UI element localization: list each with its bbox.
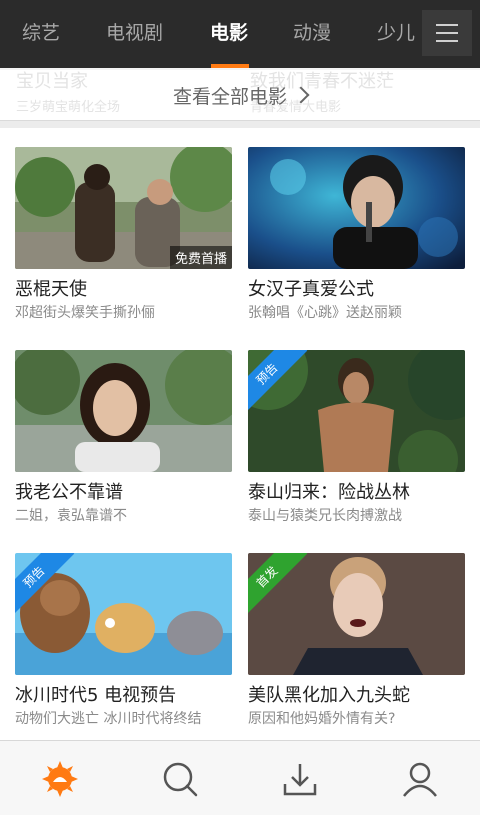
movie-title[interactable]: 美队黑化加入九头蛇 bbox=[248, 681, 410, 707]
home-sun-icon bbox=[42, 760, 78, 797]
nav-download[interactable] bbox=[240, 741, 360, 815]
nav-home[interactable] bbox=[0, 741, 120, 815]
movie-title[interactable]: 恶棍天使 bbox=[15, 275, 87, 301]
movie-title[interactable]: 泰山归来：险战丛林 bbox=[248, 478, 410, 504]
movie-subtitle: 邓超街头爆笑手撕孙俪 bbox=[15, 305, 155, 321]
search-icon bbox=[163, 762, 198, 796]
movie-subtitle: 泰山与猿类兄长肉搏激战 bbox=[248, 508, 402, 524]
movie-card[interactable]: 免费首播 恶棍天使 邓超街头爆笑手撕孙俪 bbox=[15, 147, 232, 332]
woman-portrait-image bbox=[15, 350, 232, 472]
section-divider bbox=[0, 120, 480, 128]
movie-title[interactable]: 冰川时代5 电视预告 bbox=[15, 681, 176, 707]
tab-variety[interactable]: 综艺 bbox=[22, 0, 60, 68]
movie-title[interactable]: 我老公不靠谱 bbox=[15, 478, 123, 504]
movie-subtitle: 二姐，袁弘靠谱不 bbox=[15, 508, 127, 524]
tab-kids[interactable]: 少儿 bbox=[377, 0, 415, 68]
movie-thumbnail[interactable]: 预告 bbox=[248, 350, 465, 472]
download-icon bbox=[283, 763, 317, 795]
singer-image bbox=[248, 147, 465, 269]
menu-button[interactable] bbox=[422, 10, 472, 56]
movie-subtitle: 动物们大逃亡 冰川时代将终结 bbox=[15, 711, 202, 727]
movie-thumbnail[interactable]: 免费首播 bbox=[15, 147, 232, 269]
movie-card[interactable]: 我老公不靠谱 二姐，袁弘靠谱不 bbox=[15, 350, 232, 535]
free-premiere-badge: 免费首播 bbox=[169, 246, 232, 269]
bottom-nav bbox=[0, 740, 480, 815]
movie-thumbnail[interactable]: 首发 bbox=[248, 553, 465, 675]
movie-thumbnail[interactable] bbox=[15, 350, 232, 472]
movie-title[interactable]: 女汉子真爱公式 bbox=[248, 275, 374, 301]
active-tab-indicator bbox=[211, 64, 249, 68]
movie-card[interactable]: 首发 美队黑化加入九头蛇 原因和他妈婚外情有关? bbox=[248, 553, 465, 738]
menu-icon-line bbox=[436, 32, 458, 34]
movie-card[interactable]: 预告 泰山归来：险战丛林 泰山与猿类兄长肉搏激战 bbox=[248, 350, 465, 535]
movie-subtitle: 张翰唱《心跳》送赵丽颖 bbox=[248, 305, 402, 321]
nav-search[interactable] bbox=[120, 741, 240, 815]
menu-icon-line bbox=[436, 40, 458, 42]
user-icon bbox=[403, 762, 437, 797]
tab-movies[interactable]: 电影 bbox=[210, 0, 248, 68]
movie-card[interactable]: 预告 冰川时代5 电视预告 动物们大逃亡 冰川时代将终结 bbox=[15, 553, 232, 738]
chevron-right-icon bbox=[292, 86, 310, 104]
view-all-movies-link[interactable]: 查看全部电影 bbox=[0, 70, 480, 120]
view-all-label: 查看全部电影 bbox=[172, 85, 287, 108]
movie-subtitle: 原因和他妈婚外情有关? bbox=[248, 711, 396, 727]
movie-grid: 免费首播 恶棍天使 邓超街头爆笑手撕孙俪 女汉子真爱公式 张翰唱《心跳》送赵丽颖… bbox=[0, 128, 480, 740]
movie-thumbnail[interactable]: 预告 bbox=[15, 553, 232, 675]
menu-icon-line bbox=[436, 24, 458, 26]
tab-anime[interactable]: 动漫 bbox=[293, 0, 331, 68]
movie-card[interactable]: 女汉子真爱公式 张翰唱《心跳》送赵丽颖 bbox=[248, 147, 465, 332]
category-bar: 综艺 电视剧 电影 动漫 少儿 bbox=[0, 0, 480, 68]
category-tabs: 综艺 电视剧 电影 动漫 少儿 bbox=[0, 0, 425, 68]
tab-tv-series[interactable]: 电视剧 bbox=[106, 0, 163, 68]
nav-profile[interactable] bbox=[360, 741, 480, 815]
movie-thumbnail[interactable] bbox=[248, 147, 465, 269]
